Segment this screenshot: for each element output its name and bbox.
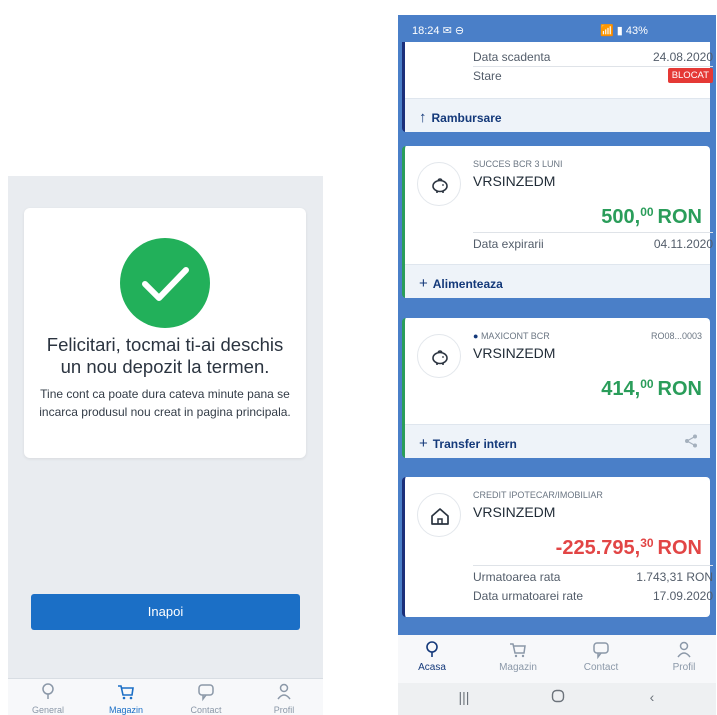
expiry-row: Data expirarii 04.11.2020 (473, 237, 713, 251)
state-row: Stare BLOCAT (473, 68, 713, 83)
battery-level: 43% (625, 25, 648, 37)
internal-transfer-label: Transfer intern (432, 437, 517, 451)
status-indicators: 📶 ▮ 43% (600, 25, 648, 37)
left-nav-magazin[interactable]: Magazin (96, 681, 156, 715)
success-title: Felicitari, tocmai ti-ai deschis un nou … (24, 334, 306, 378)
bulb-icon (426, 641, 438, 657)
repay-label: Rambursare (431, 111, 502, 125)
nav-acasa[interactable]: Acasa (402, 640, 462, 673)
left-nav-contact-label: Contact (190, 705, 222, 715)
divider (473, 232, 713, 233)
nav-profil-label: Profil (672, 662, 696, 673)
arrow-up-icon: ↑ (419, 109, 427, 126)
piggy-bank-icon (417, 334, 461, 378)
nav-contact-label: Contact (583, 662, 619, 673)
mortgage-card[interactable]: CREDIT IPOTECAR/IMOBILIAR VRSINZEDM -225… (402, 477, 713, 617)
due-date-label: Data scadenta (473, 50, 551, 64)
chat-icon (593, 642, 609, 660)
nav-magazin-label: Magazin (499, 662, 537, 673)
iban: RO08...0003 (650, 331, 702, 341)
divider (473, 66, 713, 67)
share-icon[interactable] (684, 434, 698, 448)
success-card: Felicitari, tocmai ti-ai deschis un nou … (24, 208, 306, 458)
back-button[interactable]: Inapoi (31, 594, 300, 630)
plus-icon: + (419, 275, 428, 292)
deposit-confirmation-screen: Felicitari, tocmai ti-ai deschis un nou … (8, 176, 323, 715)
internal-transfer-action[interactable]: + Transfer intern (405, 424, 710, 458)
expiry-value: 04.11.2020 (653, 237, 713, 251)
bulb-icon (42, 683, 54, 699)
top-up-label: Alimenteaza (432, 277, 503, 291)
next-installment-date-label: Data urmatoarei rate (473, 589, 584, 603)
due-date-row: Data scadenta 24.08.2020 (473, 50, 713, 64)
next-installment-row: Urmatoarea rata 1.743,31 RON (473, 570, 713, 584)
nav-magazin[interactable]: Magazin (488, 640, 548, 673)
next-installment-date-value: 17.09.2020 (652, 589, 713, 603)
next-installment-date-row: Data urmatoarei rate 17.09.2020 (473, 589, 713, 603)
home-button[interactable] (538, 689, 578, 706)
left-nav-magazin-label: Magazin (108, 705, 144, 715)
left-bottom-nav: General Magazin Contact Profil (8, 678, 323, 715)
success-title-line1: Felicitari, tocmai ti-ai deschis (46, 334, 284, 355)
top-up-action[interactable]: + Alimenteaza (405, 264, 710, 298)
left-nav-contact[interactable]: Contact (176, 681, 236, 715)
bottom-nav: Acasa Magazin Contact Profil (398, 635, 716, 683)
mortgage-balance: -225.795,30 RON (555, 536, 702, 559)
loan-card-top[interactable]: Data scadenta 24.08.2020 Stare BLOCAT ↑ R… (402, 42, 713, 132)
accounts-screen: 18:24 ✉ ⊖ 📶 ▮ 43% Data scadenta 24.08.20… (398, 15, 716, 715)
divider (473, 565, 713, 566)
back-nav-button[interactable]: ‹ (632, 689, 672, 705)
account-balance: 414,00 RON (601, 377, 702, 400)
home-circle-icon (551, 689, 565, 703)
state-label: Stare (473, 69, 502, 83)
deposit-balance: 500,00 RON (601, 205, 702, 228)
due-date-value: 24.08.2020 (652, 50, 713, 64)
next-installment-label: Urmatoarea rata (473, 570, 561, 584)
recent-apps-button[interactable]: ||| (444, 689, 484, 705)
success-check-icon (120, 238, 210, 328)
cart-icon (510, 643, 526, 658)
left-nav-general-label: General (31, 705, 65, 715)
left-nav-profil[interactable]: Profil (254, 681, 314, 715)
left-nav-general[interactable]: General (18, 681, 78, 715)
nav-profil[interactable]: Profil (654, 640, 714, 673)
person-icon (677, 641, 691, 658)
status-time: 18:24 ✉ ⊖ (412, 25, 465, 37)
repay-action[interactable]: ↑ Rambursare (405, 98, 710, 132)
product-name: CREDIT IPOTECAR/IMOBILIAR (473, 490, 603, 500)
house-icon (417, 493, 461, 537)
success-title-line2: un nou depozit la termen. (60, 356, 270, 377)
product-name: SUCCES BCR 3 LUNI (473, 159, 563, 169)
next-installment-value: 1.743,31 RON (636, 570, 713, 584)
chat-icon (198, 684, 214, 702)
account-name: VRSINZEDM (473, 345, 556, 361)
nav-contact[interactable]: Contact (571, 640, 631, 673)
plus-icon: + (419, 435, 428, 452)
account-name: VRSINZEDM (473, 504, 556, 520)
system-nav-bar: ||| ‹ (398, 683, 716, 715)
expiry-label: Data expirarii (473, 237, 544, 251)
piggy-bank-icon (417, 162, 461, 206)
person-icon (277, 683, 291, 700)
success-note: Tine cont ca poate dura cateva minute pa… (39, 387, 291, 419)
left-nav-profil-label: Profil (273, 705, 295, 715)
deposit-card[interactable]: SUCCES BCR 3 LUNI VRSINZEDM 500,00 RON Da… (402, 146, 713, 298)
cart-icon (118, 685, 134, 700)
account-name: VRSINZEDM (473, 173, 556, 189)
current-account-card[interactable]: ● MAXICONT BCR RO08...0003 VRSINZEDM 414… (402, 318, 710, 458)
blocked-badge: BLOCAT (667, 68, 713, 83)
nav-acasa-label: Acasa (418, 662, 446, 673)
product-name: ● MAXICONT BCR (473, 331, 550, 341)
